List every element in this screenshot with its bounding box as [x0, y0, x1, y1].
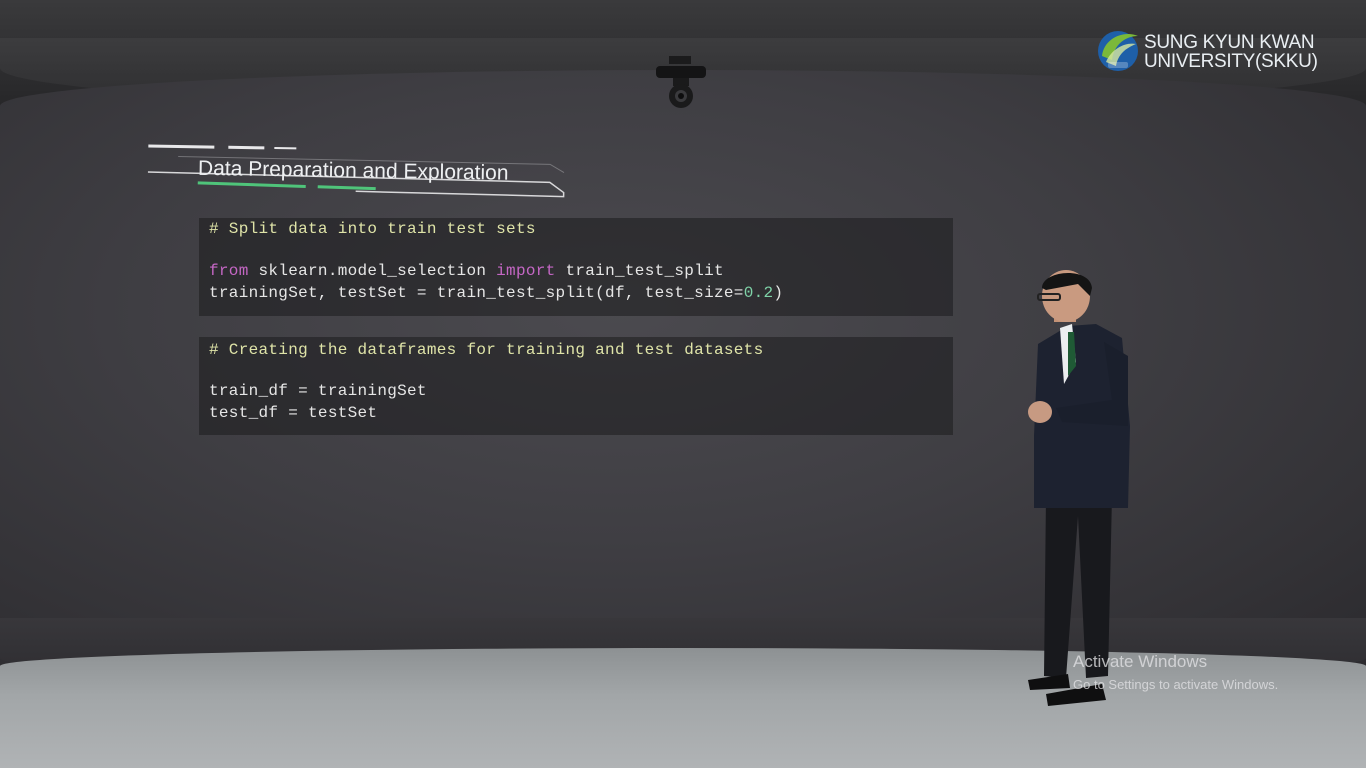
code-text: ): [773, 284, 784, 302]
skku-logo-icon: [1098, 31, 1138, 71]
ceiling-camera-icon: [656, 56, 706, 108]
code-line: train_df = trainingSet: [209, 382, 427, 400]
presenter-figure: [1028, 270, 1130, 706]
code-block-dataframes: # Creating the dataframes for training a…: [199, 337, 953, 435]
code-keyword: import: [496, 262, 556, 280]
code-text: trainingSet, testSet = train_test_split(…: [209, 284, 744, 302]
code-line: # Split data into train test sets: [209, 220, 536, 238]
code-line: trainingSet, testSet = train_test_split(…: [209, 284, 783, 302]
watermark-subtitle: Go to Settings to activate Windows.: [1073, 677, 1279, 692]
code-text: sklearn.model_selection: [248, 262, 497, 280]
code-keyword: from: [209, 262, 249, 280]
code-text: train_df = trainingSet: [209, 382, 427, 400]
windows-activation-watermark: Activate Windows Go to Settings to activ…: [1073, 652, 1278, 694]
watermark-title: Activate Windows: [1073, 652, 1208, 671]
university-logo: SUNG KYUN KWAN UNIVERSITY(SKKU): [1096, 26, 1336, 80]
code-line: # Creating the dataframes for training a…: [209, 341, 764, 359]
code-text: train_test_split: [555, 262, 724, 280]
logo-line-2: UNIVERSITY(SKKU): [1144, 51, 1318, 72]
code-line: test_df = testSet: [209, 404, 377, 422]
slide-title-banner: Data Preparation and Exploration: [146, 142, 571, 201]
code-comment: # Creating the dataframes for training a…: [209, 341, 764, 359]
logo-line-1: SUNG KYUN KWAN: [1144, 32, 1315, 53]
code-text: test_df = testSet: [209, 404, 378, 422]
slide-title: Data Preparation and Exploration: [197, 156, 509, 185]
code-number: 0.2: [743, 284, 774, 302]
code-comment: # Split data into train test sets: [209, 220, 536, 238]
code-block-split: # Split data into train test sets from s…: [199, 218, 953, 316]
code-line: from sklearn.model_selection import trai…: [209, 262, 724, 280]
